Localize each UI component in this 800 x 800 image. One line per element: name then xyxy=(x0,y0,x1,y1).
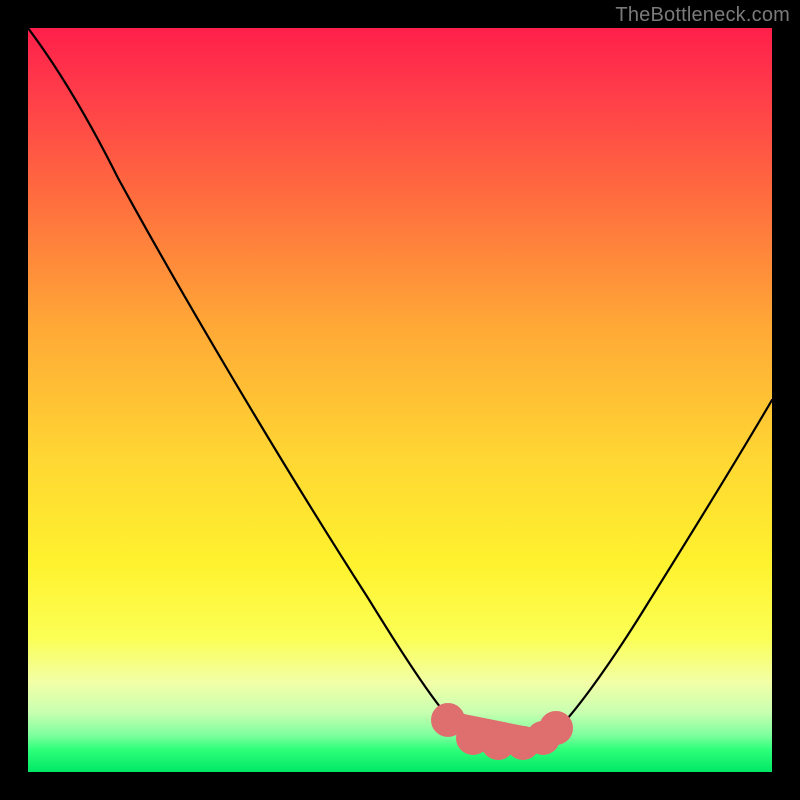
watermark-text: TheBottleneck.com xyxy=(615,4,790,27)
bottleneck-curve xyxy=(28,28,772,744)
valley-markers xyxy=(438,710,566,753)
chart-stage: TheBottleneck.com xyxy=(0,0,800,800)
curve-layer xyxy=(28,28,772,772)
plot-area xyxy=(28,28,772,772)
